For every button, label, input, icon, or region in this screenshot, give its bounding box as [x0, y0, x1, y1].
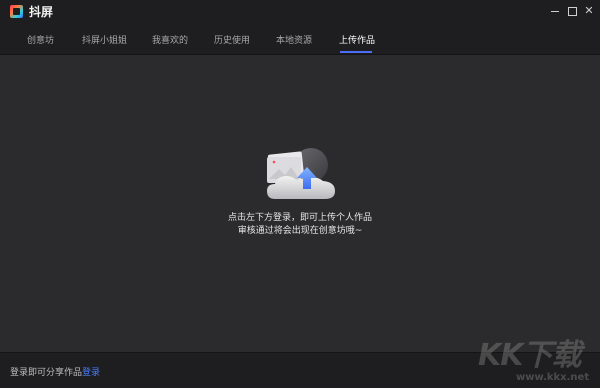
login-prompt: 登录即可分享作品	[10, 368, 83, 378]
tab-bar: 创意坊 抖屏小姐姐 我喜欢的 历史使用 本地资源 上传作品	[0, 24, 600, 55]
watermark: KK下载 www.kkx.net	[478, 330, 596, 383]
watermark-url: www.kkx.net	[516, 372, 590, 383]
close-icon[interactable]: ✕	[582, 4, 596, 18]
empty-state-message-line2: 审核通过将会出现在创意坊哦~	[237, 226, 363, 236]
tab-local-resources[interactable]: 本地资源	[276, 33, 312, 46]
tab-favorites[interactable]: 我喜欢的	[152, 33, 188, 46]
tab-douping-girls[interactable]: 抖屏小姐姐	[82, 33, 127, 46]
cloud-upload-icon	[267, 148, 335, 199]
watermark-logo-text: KK下载	[478, 338, 581, 373]
tab-upload-works[interactable]: 上传作品	[339, 33, 375, 46]
active-tab-indicator	[340, 51, 372, 53]
tab-history[interactable]: 历史使用	[214, 33, 250, 46]
title-bar: 抖屏 ✕	[0, 0, 600, 24]
app-logo-icon	[10, 5, 23, 18]
maximize-icon[interactable]	[565, 4, 579, 18]
tab-creative[interactable]: 创意坊	[27, 33, 54, 46]
minimize-icon[interactable]	[548, 4, 562, 18]
login-link[interactable]: 登录	[82, 365, 100, 378]
empty-state-message-line1: 点击左下方登录，即可上传个人作品	[227, 213, 372, 223]
app-title: 抖屏	[29, 5, 54, 19]
main-content: 点击左下方登录，即可上传个人作品 审核通过将会出现在创意坊哦~	[0, 55, 600, 352]
